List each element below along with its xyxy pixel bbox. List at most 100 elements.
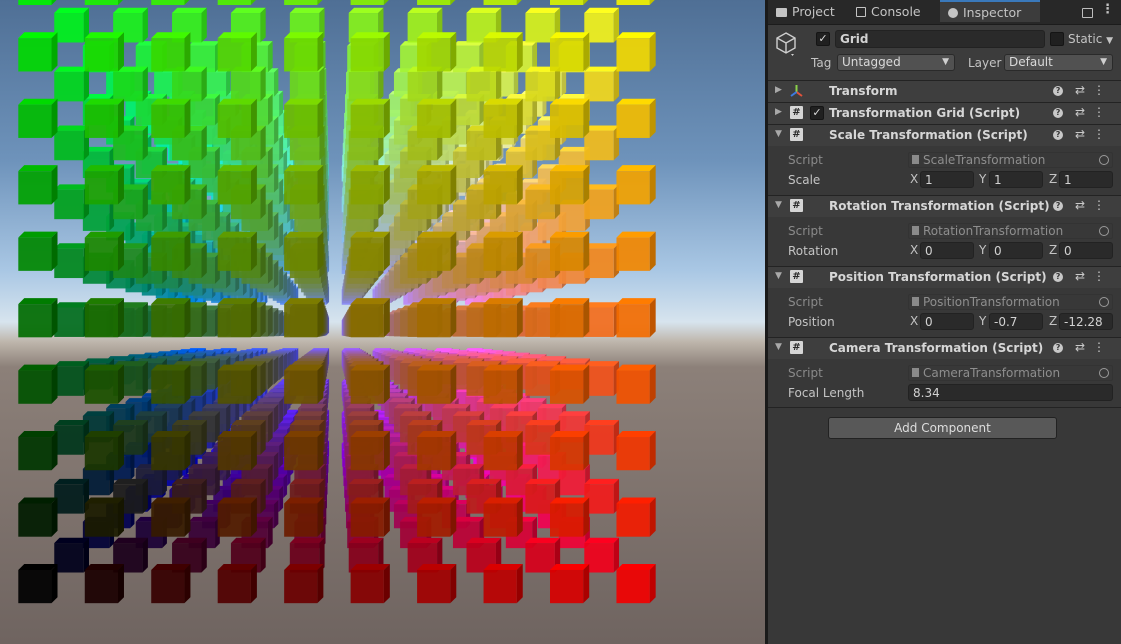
kebab-menu-icon[interactable]: ⋮ (1101, 2, 1114, 17)
script-hash-icon: # (790, 341, 803, 354)
cube (84, 431, 124, 471)
position-x-field[interactable]: 0 (920, 313, 974, 330)
component-transformation-grid[interactable]: ▶ # ✓ Transformation Grid (Script) ? ⇄⋮ (768, 102, 1121, 124)
component-scale-transformation[interactable]: ▼ # Scale Transformation (Script) ? ⇄⋮ (768, 124, 1121, 146)
kebab-icon[interactable]: ⋮ (1093, 105, 1113, 119)
scale-z-field[interactable]: 1 (1059, 171, 1113, 188)
scale-script-field[interactable]: ScaleTransformation (908, 152, 1113, 168)
cube (350, 563, 390, 604)
scene-view[interactable] (0, 0, 765, 644)
cube (584, 419, 620, 455)
preset-icon[interactable]: ⇄ (1075, 269, 1093, 283)
cube (217, 364, 257, 404)
cube (18, 0, 57, 6)
y-axis-label[interactable]: Y (979, 171, 986, 188)
scale-y-field[interactable]: 1 (989, 171, 1043, 188)
fold-right-icon[interactable]: ▶ (775, 107, 782, 117)
cube (84, 497, 124, 537)
cube (289, 66, 325, 102)
cube (284, 0, 323, 6)
position-script-field[interactable]: PositionTransformation (908, 294, 1113, 310)
cube (217, 563, 257, 604)
help-icon[interactable]: ? (1053, 130, 1064, 140)
camera-script-field[interactable]: CameraTransformation (908, 365, 1113, 381)
lock-icon[interactable] (1082, 8, 1093, 18)
focal-length-field[interactable]: 8.34 (908, 384, 1113, 401)
cube (417, 98, 457, 138)
cube (350, 431, 390, 471)
z-axis-label[interactable]: Z (1049, 313, 1057, 330)
script-label: Script (788, 295, 823, 309)
help-icon[interactable]: ? (1053, 201, 1064, 211)
cube (84, 0, 124, 6)
cube (84, 298, 124, 338)
x-axis-label[interactable]: X (910, 242, 918, 259)
preset-icon[interactable]: ⇄ (1075, 83, 1093, 97)
component-transform[interactable]: ▶ Transform ? ⇄⋮ (768, 80, 1121, 102)
help-icon[interactable]: ? (1053, 272, 1064, 282)
tag-label: Tag (811, 56, 832, 70)
add-component-button[interactable]: Add Component (828, 417, 1057, 439)
preset-icon[interactable]: ⇄ (1075, 340, 1093, 354)
preset-icon[interactable]: ⇄ (1075, 127, 1093, 141)
help-icon[interactable]: ? (1053, 343, 1064, 353)
help-icon[interactable]: ? (1053, 86, 1064, 96)
preset-icon[interactable]: ⇄ (1075, 105, 1093, 119)
static-label[interactable]: Static ▼ (1068, 31, 1113, 49)
component-rotation-transformation[interactable]: ▼ # Rotation Transformation (Script) ? ⇄… (768, 195, 1121, 217)
fold-right-icon[interactable]: ▶ (775, 85, 782, 95)
fold-down-icon[interactable]: ▼ (775, 200, 782, 210)
layer-dropdown[interactable]: Default ▼ (1004, 54, 1113, 71)
cube (550, 165, 590, 205)
static-checkbox[interactable] (1050, 32, 1064, 46)
help-icon[interactable]: ? (1053, 108, 1064, 118)
rotation-y-field[interactable]: 0 (989, 242, 1043, 259)
kebab-icon[interactable]: ⋮ (1093, 198, 1113, 212)
position-y-field[interactable]: -0.7 (989, 313, 1043, 330)
folder-icon (776, 8, 787, 17)
cube (18, 298, 58, 338)
x-axis-label[interactable]: X (910, 171, 918, 188)
cube (18, 32, 58, 72)
rotation-z-field[interactable]: 0 (1059, 242, 1113, 259)
rotation-script-field[interactable]: RotationTransformation (908, 223, 1113, 239)
scale-x-field[interactable]: 1 (920, 171, 974, 188)
preset-icon[interactable]: ⇄ (1075, 198, 1093, 212)
cube (483, 364, 523, 404)
kebab-icon[interactable]: ⋮ (1093, 127, 1113, 141)
component-camera-transformation[interactable]: ▼ # Camera Transformation (Script) ? ⇄⋮ (768, 337, 1121, 359)
kebab-icon[interactable]: ⋮ (1093, 269, 1113, 283)
cube (18, 231, 58, 271)
cube (350, 32, 390, 72)
object-name-field[interactable]: Grid (835, 30, 1045, 48)
cube (217, 98, 257, 138)
tag-dropdown[interactable]: Untagged ▼ (837, 54, 955, 71)
cube (350, 0, 389, 6)
tab-inspector[interactable]: Inspector (940, 0, 1040, 22)
tab-project[interactable]: Project (776, 0, 835, 24)
fold-down-icon[interactable]: ▼ (775, 129, 782, 139)
cube (18, 563, 58, 604)
cube (84, 32, 124, 72)
x-axis-label[interactable]: X (910, 313, 918, 330)
kebab-icon[interactable]: ⋮ (1093, 340, 1113, 354)
fold-down-icon[interactable]: ▼ (775, 342, 782, 352)
chevron-down-icon: ▼ (942, 57, 949, 67)
z-axis-label[interactable]: Z (1049, 171, 1057, 188)
kebab-icon[interactable]: ⋮ (1093, 83, 1113, 97)
y-axis-label[interactable]: Y (979, 242, 986, 259)
cube (284, 298, 324, 338)
fold-down-icon[interactable]: ▼ (775, 271, 782, 281)
active-checkbox[interactable]: ✓ (816, 32, 830, 46)
position-z-field[interactable]: -12.28 (1059, 313, 1113, 330)
component-position-transformation[interactable]: ▼ # Position Transformation (Script) ? ⇄… (768, 266, 1121, 288)
tab-console[interactable]: Console (856, 0, 921, 24)
cube (54, 243, 90, 279)
y-axis-label[interactable]: Y (979, 313, 986, 330)
z-axis-label[interactable]: Z (1049, 242, 1057, 259)
script-file-icon (912, 297, 919, 306)
script-label: Script (788, 366, 823, 380)
grid-enabled-checkbox[interactable]: ✓ (810, 106, 824, 120)
cube (350, 497, 390, 537)
rotation-x-field[interactable]: 0 (920, 242, 974, 259)
